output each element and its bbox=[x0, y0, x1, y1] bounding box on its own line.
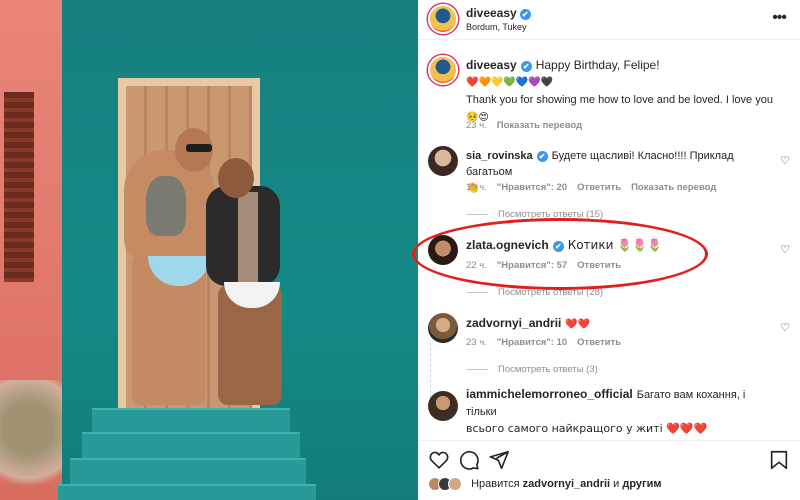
caption: diveeasy ✔ Happy Birthday, Felipe! ❤️🧡💛💚💙💜… bbox=[466, 57, 786, 126]
comment-time: 19 ч. bbox=[466, 182, 487, 193]
like-comment-heart-icon[interactable]: ♡ bbox=[780, 243, 790, 256]
verified-icon: ✔ bbox=[520, 61, 532, 72]
comment-avatar[interactable] bbox=[428, 391, 458, 421]
stair-step bbox=[92, 408, 290, 432]
more-options-icon[interactable]: ••• bbox=[772, 9, 787, 27]
post-actions-bar: Нравится zadvornyi_andrii и другим bbox=[418, 440, 800, 500]
post-sidebar: diveeasy ✔ Bordum, Tukey ••• diveeasy ✔ Hap… bbox=[418, 0, 800, 500]
view-replies-link[interactable]: Посмотреть ответы (3) bbox=[466, 364, 598, 375]
stair-step bbox=[82, 432, 300, 458]
comment-meta: 23 ч. "Нравится": 10 Ответить bbox=[466, 337, 631, 348]
caption-username[interactable]: diveeasy bbox=[466, 58, 517, 72]
window-shutter bbox=[4, 92, 34, 282]
verified-icon: ✔ bbox=[536, 151, 548, 162]
like-heart-icon[interactable] bbox=[428, 449, 450, 471]
comment-username[interactable]: iammichelemorroneo_official bbox=[466, 387, 633, 401]
view-replies-link[interactable]: Посмотреть ответы (28) bbox=[466, 287, 603, 298]
comment-username[interactable]: zlata.ognevich bbox=[466, 238, 549, 252]
comment-body: ❤️❤️ bbox=[565, 319, 591, 330]
comment-avatar[interactable] bbox=[428, 235, 458, 265]
comment-time: 23 ч. bbox=[466, 337, 487, 348]
comment-text: zadvornyi_andrii ❤️❤️ bbox=[466, 315, 766, 333]
share-icon[interactable] bbox=[488, 449, 510, 471]
thread-line bbox=[430, 343, 431, 403]
likes-summary: Нравится zadvornyi_andrii и другим bbox=[428, 477, 662, 491]
person-right-head bbox=[218, 158, 254, 198]
stair-step bbox=[58, 484, 316, 500]
comment-likes[interactable]: "Нравится": 57 bbox=[497, 260, 567, 271]
liker-avatar[interactable] bbox=[448, 477, 462, 491]
post-location[interactable]: Bordum, Tukey bbox=[466, 22, 527, 32]
reply-link[interactable]: Ответить bbox=[577, 182, 621, 193]
caption-translate-link[interactable]: Показать перевод bbox=[497, 120, 582, 131]
verified-icon: ✔ bbox=[519, 9, 531, 20]
bush bbox=[0, 380, 70, 500]
comment-username[interactable]: sia_rovinska bbox=[466, 150, 533, 162]
comment-time: 22 ч. bbox=[466, 260, 487, 271]
comment-likes[interactable]: "Нравится": 20 bbox=[497, 182, 567, 193]
caption-hearts: ❤️🧡💛💚💙💜🖤 bbox=[466, 77, 554, 88]
post-photo[interactable] bbox=[0, 0, 418, 500]
owner-username-text[interactable]: diveeasy bbox=[466, 6, 517, 20]
comment-likes[interactable]: "Нравится": 10 bbox=[497, 337, 567, 348]
post-header: diveeasy ✔ Bordum, Tukey ••• bbox=[418, 0, 800, 40]
likes-user[interactable]: zadvornyi_andrii bbox=[523, 478, 610, 490]
verified-icon: ✔ bbox=[552, 241, 564, 252]
comment-avatar[interactable] bbox=[428, 146, 458, 176]
likes-others-link[interactable]: другим bbox=[622, 478, 661, 490]
likes-middle: и bbox=[613, 477, 620, 490]
owner-avatar[interactable] bbox=[428, 4, 458, 34]
caption-line2: Thank you for showing me how to love and… bbox=[466, 94, 773, 106]
person-right-torso bbox=[238, 192, 258, 282]
comment-body-line2: всього самого найкращого у житі ❤️❤️❤️ bbox=[466, 422, 708, 435]
likes-prefix: Нравится bbox=[471, 477, 520, 490]
caption-line1: Happy Birthday, Felipe! bbox=[535, 58, 660, 72]
caption-time: 23 ч. bbox=[466, 120, 487, 131]
comments-list[interactable]: diveeasy ✔ Happy Birthday, Felipe! ❤️🧡💛💚💙💜… bbox=[418, 41, 800, 439]
owner-username[interactable]: diveeasy ✔ bbox=[466, 6, 531, 20]
comment-body: Котики 🌷🌷🌷 bbox=[567, 238, 663, 252]
reply-link[interactable]: Ответить bbox=[577, 337, 621, 348]
comment-text: zlata.ognevich ✔ Котики 🌷🌷🌷 bbox=[466, 237, 766, 253]
like-comment-heart-icon[interactable]: ♡ bbox=[780, 321, 790, 334]
comment-username[interactable]: zadvornyi_andrii bbox=[466, 316, 561, 330]
caption-meta: 23 ч. Показать перевод bbox=[466, 120, 592, 131]
comment-icon[interactable] bbox=[458, 449, 480, 471]
stair-step bbox=[70, 458, 306, 484]
caption-avatar[interactable] bbox=[428, 55, 458, 85]
translate-link[interactable]: Показать перевод bbox=[631, 182, 716, 193]
comment-avatar[interactable] bbox=[428, 313, 458, 343]
view-replies-link[interactable]: Посмотреть ответы (15) bbox=[466, 209, 603, 220]
comment-meta: 19 ч. "Нравится": 20 Ответить Показать пере… bbox=[466, 182, 726, 193]
reply-link[interactable]: Ответить bbox=[577, 260, 621, 271]
comment-meta: 22 ч. "Нравится": 57 Ответить bbox=[466, 260, 631, 271]
comment-text: iammichelemorroneo_official Багато вам ко… bbox=[466, 386, 776, 437]
dog bbox=[146, 176, 186, 236]
like-comment-heart-icon[interactable]: ♡ bbox=[780, 154, 790, 167]
bookmark-icon[interactable] bbox=[768, 449, 790, 471]
sunglasses bbox=[186, 144, 212, 152]
